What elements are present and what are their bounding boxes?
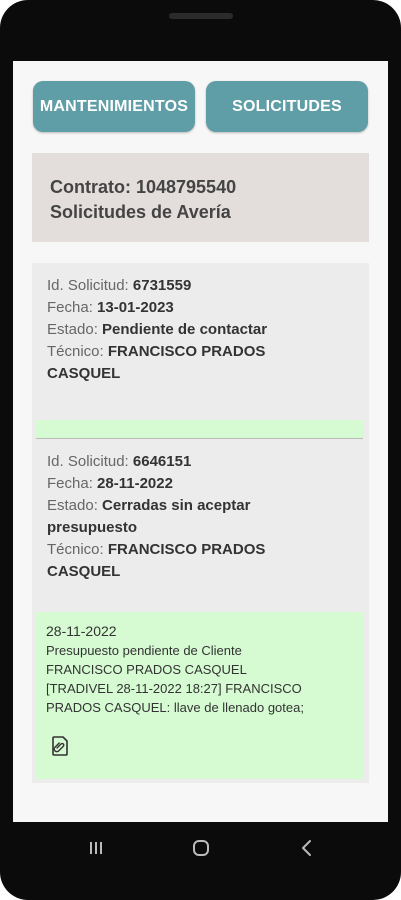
contract-header: Contrato: 1048795540 Solicitudes de Aver… [32,153,369,242]
attachment-icon[interactable] [48,734,72,758]
phone-frame: MANTENIMIENTOS SOLICITUDES Contrato: 104… [0,0,401,900]
request-date: Fecha: 13-01-2023 [47,299,174,316]
android-nav-bar [0,822,401,874]
request-technician: Técnico: FRANCISCO PRADOS CASQUEL [47,343,266,382]
note-line: [TRADIVEL 28-11-2022 18:27] FRANCISCO PR… [46,681,304,715]
recents-icon[interactable] [82,834,110,862]
request-date: Fecha: 28-11-2022 [47,475,173,492]
contract-subtitle: Solicitudes de Avería [50,202,231,222]
back-icon[interactable] [293,834,321,862]
home-icon[interactable] [187,834,215,862]
app-screen: MANTENIMIENTOS SOLICITUDES Contrato: 104… [13,61,388,822]
request-technician: Técnico: FRANCISCO PRADOS CASQUEL [47,541,266,580]
request-card[interactable]: Id. Solicitud: 6731559 Fecha: 13-01-2023… [32,263,369,438]
requests-button[interactable]: SOLICITUDES [206,81,368,132]
request-note-panel: 28-11-2022 Presupuesto pendiente de Clie… [36,612,363,779]
earpiece-speaker [169,13,233,19]
maintenance-button[interactable]: MANTENIMIENTOS [33,81,195,132]
contract-number: Contrato: 1048795540 [50,177,237,197]
note-line: FRANCISCO PRADOS CASQUEL [46,662,247,677]
requests-list: Id. Solicitud: 6731559 Fecha: 13-01-2023… [32,263,369,783]
request-id: Id. Solicitud: 6731559 [47,277,192,294]
note-date: 28-11-2022 [46,623,117,639]
request-note-panel [36,420,363,438]
request-status: Estado: Pendiente de contactar [47,321,268,338]
note-line: Presupuesto pendiente de Cliente [46,643,242,658]
request-status: Estado: Cerradas sin aceptar presupuesto [47,497,251,536]
request-id: Id. Solicitud: 6646151 [47,453,192,470]
